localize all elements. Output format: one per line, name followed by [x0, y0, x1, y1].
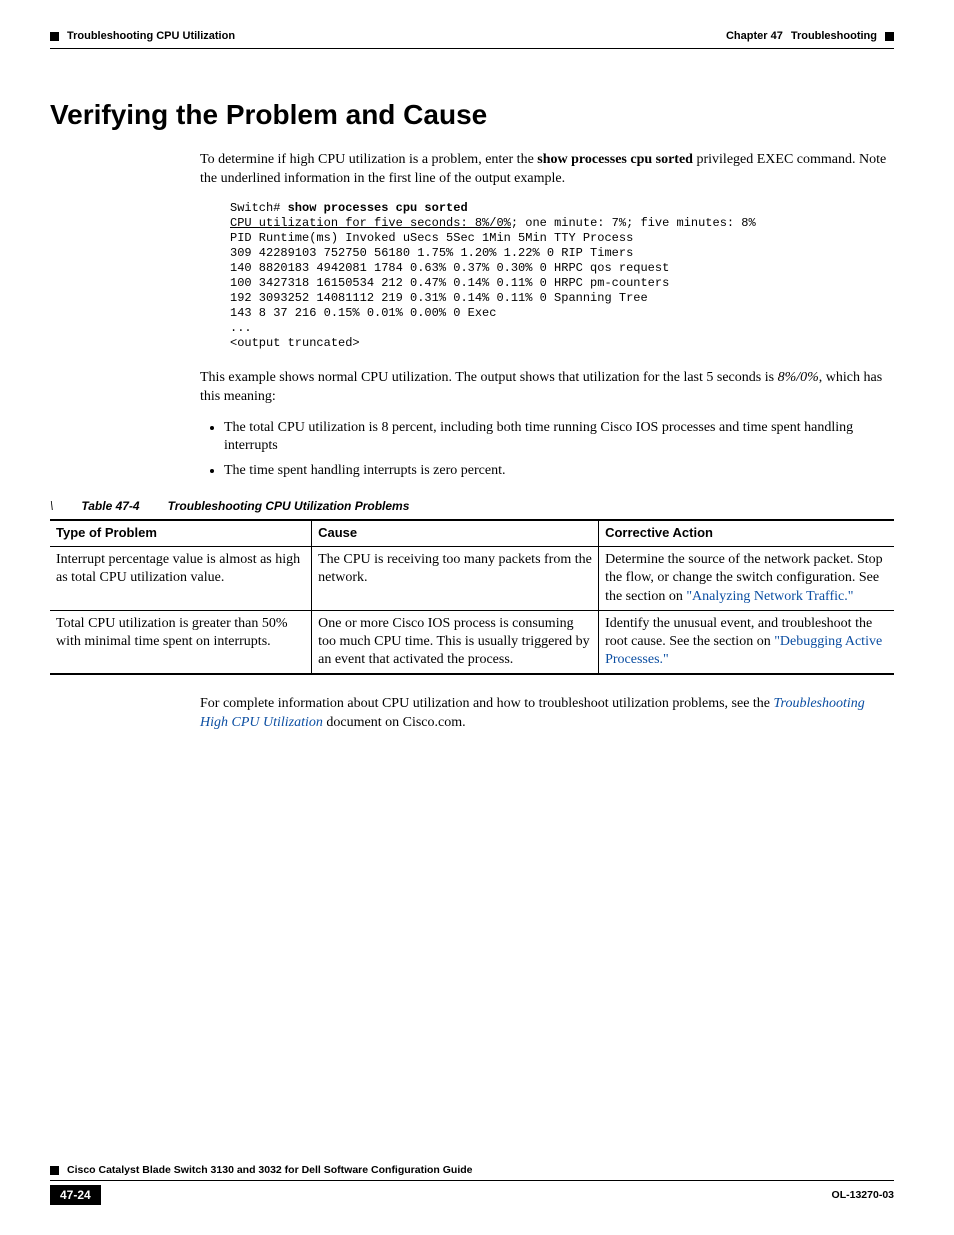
- intro-command: show processes cpu sorted: [537, 152, 693, 167]
- cell-cause: The CPU is receiving too many packets fr…: [312, 547, 599, 611]
- code-after-underlined: ; one minute: 7%; five minutes: 8%: [511, 216, 756, 230]
- cell-problem: Interrupt percentage value is almost as …: [50, 547, 312, 611]
- footer-marker-icon: [50, 1166, 59, 1175]
- explanation-paragraph: This example shows normal CPU utilizatio…: [200, 369, 894, 407]
- troubleshooting-table: Type of Problem Cause Corrective Action …: [50, 519, 894, 675]
- table-row: Total CPU utilization is greater than 50…: [50, 610, 894, 674]
- closing-paragraph: For complete information about CPU utili…: [200, 695, 894, 733]
- table-header: Cause: [312, 520, 599, 546]
- closing-text-1: For complete information about CPU utili…: [200, 696, 774, 711]
- table-caption: \ Table 47-4 Troubleshooting CPU Utiliza…: [50, 499, 894, 513]
- table-number: Table 47-4: [81, 499, 139, 513]
- header-marker-icon: [885, 32, 894, 41]
- explanation-text-1: This example shows normal CPU utilizatio…: [200, 370, 778, 385]
- code-underlined: CPU utilization for five seconds: 8%/0%: [230, 216, 511, 230]
- footer-rule: [50, 1180, 894, 1181]
- code-command: show processes cpu sorted: [288, 201, 468, 215]
- breadcrumb: Troubleshooting CPU Utilization: [67, 30, 235, 42]
- section-title: Verifying the Problem and Cause: [50, 99, 894, 131]
- bullet-item: The time spent handling interrupts is ze…: [224, 462, 894, 481]
- intro-text-1: To determine if high CPU utilization is …: [200, 152, 537, 167]
- table-header: Type of Problem: [50, 520, 312, 546]
- page-number: 47-24: [50, 1185, 101, 1205]
- table-title: Troubleshooting CPU Utilization Problems: [168, 499, 410, 513]
- header-marker-icon: [50, 32, 59, 41]
- doc-id: OL-13270-03: [832, 1189, 894, 1201]
- code-rest: PID Runtime(ms) Invoked uSecs 5Sec 1Min …: [230, 231, 669, 350]
- cell-cause: One or more Cisco IOS process is consumi…: [312, 610, 599, 674]
- table-row: Interrupt percentage value is almost as …: [50, 547, 894, 611]
- bullet-item: The total CPU utilization is 8 percent, …: [224, 419, 894, 457]
- cell-action: Identify the unusual event, and troubles…: [599, 610, 894, 674]
- closing-text-2: document on Cisco.com.: [323, 715, 466, 730]
- chapter-title: Troubleshooting: [791, 30, 877, 42]
- code-prompt: Switch#: [230, 201, 288, 215]
- table-header-row: Type of Problem Cause Corrective Action: [50, 520, 894, 546]
- chapter-label: Chapter 47: [726, 30, 783, 42]
- footer-book-title: Cisco Catalyst Blade Switch 3130 and 303…: [67, 1164, 473, 1176]
- explanation-bullets: The total CPU utilization is 8 percent, …: [200, 419, 894, 482]
- page-footer: Cisco Catalyst Blade Switch 3130 and 303…: [50, 1164, 894, 1205]
- explanation-em: 8%/0%: [778, 370, 819, 385]
- header-rule: [50, 48, 894, 49]
- code-output: Switch# show processes cpu sorted CPU ut…: [230, 201, 894, 351]
- table-header: Corrective Action: [599, 520, 894, 546]
- page-header: Troubleshooting CPU Utilization Chapter …: [50, 30, 894, 42]
- intro-paragraph: To determine if high CPU utilization is …: [200, 151, 894, 189]
- action-link[interactable]: "Analyzing Network Traffic.": [686, 589, 853, 604]
- cell-action: Determine the source of the network pack…: [599, 547, 894, 611]
- table-backslash: \: [50, 499, 53, 513]
- cell-problem: Total CPU utilization is greater than 50…: [50, 610, 312, 674]
